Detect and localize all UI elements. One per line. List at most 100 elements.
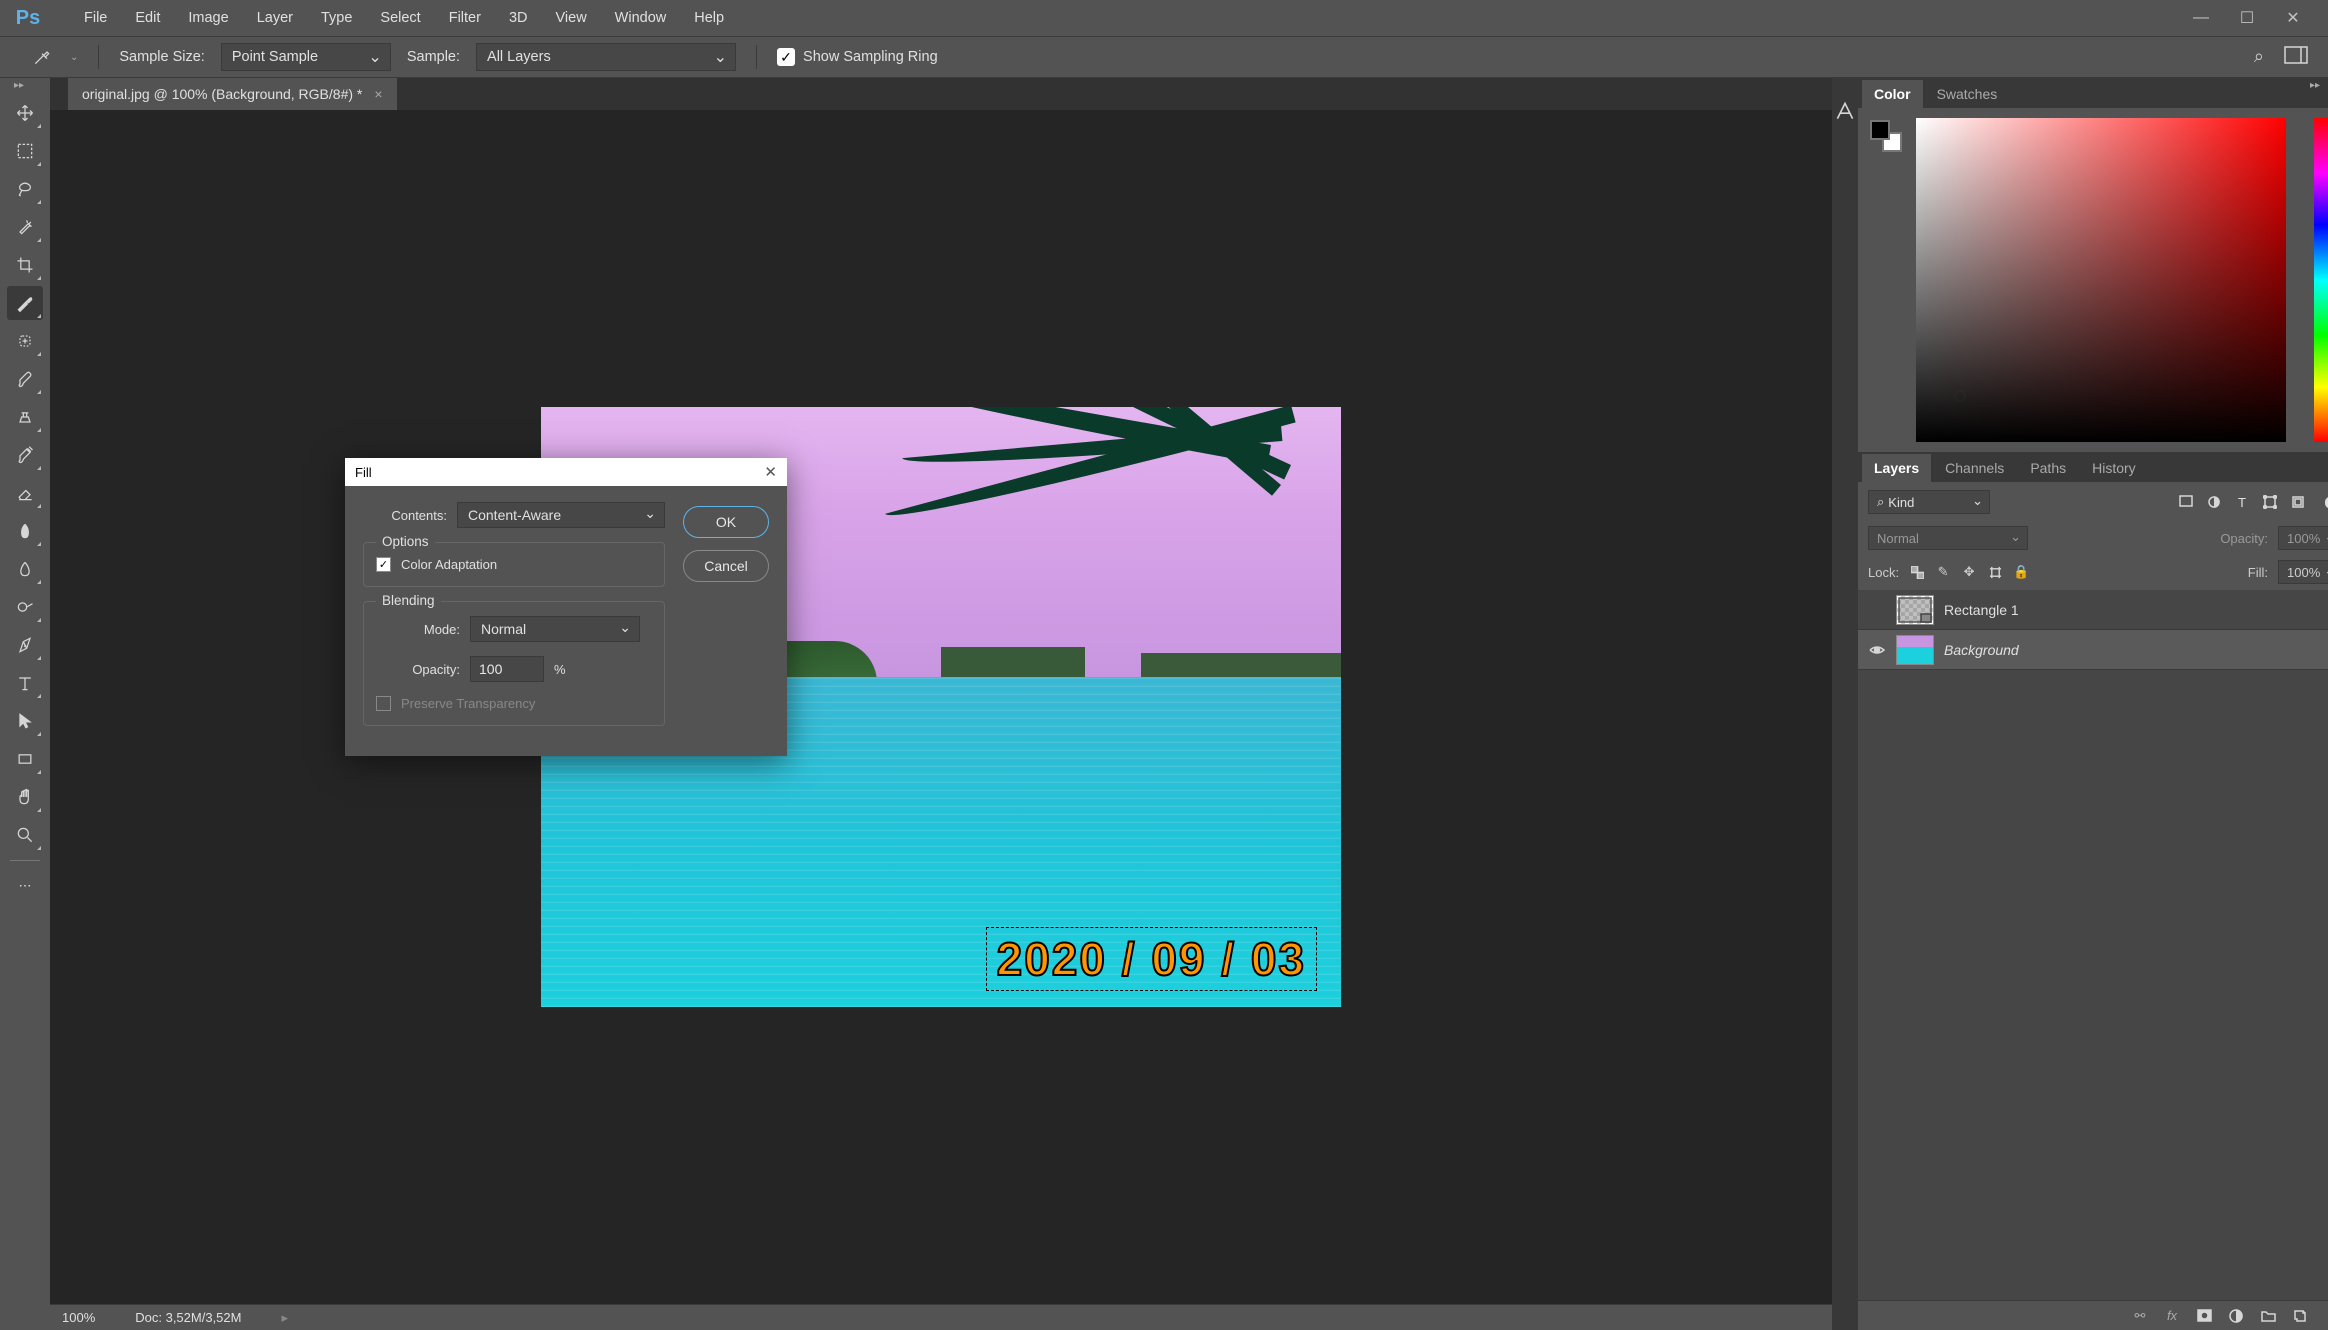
magic-wand-tool[interactable] bbox=[7, 210, 43, 244]
layer-fill-input[interactable]: 100% bbox=[2278, 560, 2328, 584]
panel-menu-icon[interactable]: ≡ bbox=[2324, 455, 2328, 482]
new-group-icon[interactable] bbox=[2260, 1308, 2276, 1324]
clone-stamp-tool[interactable] bbox=[7, 400, 43, 434]
lock-all-icon[interactable]: 🔒 bbox=[2013, 564, 2029, 580]
edit-toolbar-icon[interactable]: ⋯ bbox=[7, 869, 43, 903]
layer-row-background[interactable]: Background 🔒 bbox=[1858, 630, 2328, 670]
path-selection-tool[interactable] bbox=[7, 704, 43, 738]
crop-tool[interactable] bbox=[7, 248, 43, 282]
layer-row-rectangle[interactable]: Rectangle 1 bbox=[1858, 590, 2328, 630]
contents-dropdown[interactable]: Content-Aware bbox=[457, 502, 665, 528]
filter-pixel-icon[interactable] bbox=[2178, 494, 2194, 510]
toolbar-expand-icon[interactable]: ▸▸ bbox=[14, 80, 24, 91]
filter-type-icon[interactable]: T bbox=[2234, 494, 2250, 510]
panels-collapse-icon[interactable]: ▸▸ bbox=[2310, 80, 2320, 91]
layer-thumbnail[interactable] bbox=[1896, 595, 1934, 625]
filter-shape-icon[interactable] bbox=[2262, 494, 2278, 510]
opacity-input[interactable] bbox=[470, 656, 544, 682]
blur-tool[interactable] bbox=[7, 552, 43, 586]
lock-transparency-icon[interactable] bbox=[1909, 564, 1925, 580]
mode-dropdown[interactable]: Normal bbox=[470, 616, 640, 642]
close-window-button[interactable]: ✕ bbox=[2284, 9, 2302, 27]
tab-layers[interactable]: Layers bbox=[1862, 454, 1931, 482]
blend-mode-dropdown[interactable]: Normal bbox=[1868, 526, 2028, 550]
doc-size-info[interactable]: Doc: 3,52M/3,52M bbox=[135, 1310, 241, 1325]
menu-layer[interactable]: Layer bbox=[243, 0, 307, 36]
menu-select[interactable]: Select bbox=[366, 0, 434, 36]
chevron-down-icon[interactable]: ⌄ bbox=[70, 52, 78, 63]
layer-thumbnail[interactable] bbox=[1896, 635, 1934, 665]
foreground-background-swatch[interactable] bbox=[1870, 120, 1902, 152]
filter-adjustment-icon[interactable] bbox=[2206, 494, 2222, 510]
menu-filter[interactable]: Filter bbox=[435, 0, 495, 36]
document-tab[interactable]: original.jpg @ 100% (Background, RGB/8#)… bbox=[68, 78, 397, 110]
foreground-color[interactable] bbox=[1870, 120, 1890, 140]
lock-artboard-icon[interactable] bbox=[1987, 564, 2003, 580]
eraser-tool[interactable] bbox=[7, 476, 43, 510]
color-field[interactable] bbox=[1916, 118, 2286, 442]
lock-pixels-icon[interactable]: ✎ bbox=[1935, 564, 1951, 580]
eyedropper-tool[interactable] bbox=[7, 286, 43, 320]
layer-name[interactable]: Rectangle 1 bbox=[1944, 602, 2328, 618]
sample-size-dropdown[interactable]: Point Sample bbox=[221, 43, 391, 71]
menu-image[interactable]: Image bbox=[174, 0, 242, 36]
gradient-tool[interactable] bbox=[7, 514, 43, 548]
show-sampling-ring-checkbox[interactable]: ✓ Show Sampling Ring bbox=[777, 48, 938, 66]
menu-type[interactable]: Type bbox=[307, 0, 366, 36]
tab-color[interactable]: Color bbox=[1862, 80, 1923, 108]
dialog-close-icon[interactable]: ✕ bbox=[764, 463, 777, 481]
zoom-tool[interactable] bbox=[7, 818, 43, 852]
cancel-button[interactable]: Cancel bbox=[683, 550, 769, 582]
close-tab-icon[interactable]: × bbox=[374, 86, 382, 102]
workspace-switcher-icon[interactable] bbox=[2284, 46, 2308, 68]
sample-dropdown[interactable]: All Layers bbox=[476, 43, 736, 71]
color-picker-cursor[interactable] bbox=[1954, 390, 1966, 402]
search-icon[interactable]: ⌕ bbox=[2254, 46, 2264, 68]
current-tool-icon[interactable] bbox=[30, 45, 54, 69]
layer-visibility-toggle[interactable] bbox=[1868, 601, 1886, 619]
menu-help[interactable]: Help bbox=[680, 0, 738, 36]
healing-brush-tool[interactable] bbox=[7, 324, 43, 358]
tab-paths[interactable]: Paths bbox=[2018, 454, 2078, 482]
menu-edit[interactable]: Edit bbox=[121, 0, 174, 36]
pen-tool[interactable] bbox=[7, 628, 43, 662]
menu-view[interactable]: View bbox=[542, 0, 601, 36]
lock-position-icon[interactable]: ✥ bbox=[1961, 564, 1977, 580]
ok-button[interactable]: OK bbox=[683, 506, 769, 538]
dodge-tool[interactable] bbox=[7, 590, 43, 624]
menu-3d[interactable]: 3D bbox=[495, 0, 542, 36]
brush-tool[interactable] bbox=[7, 362, 43, 396]
layer-filter-dropdown[interactable]: ⌕Kind bbox=[1868, 490, 1990, 514]
zoom-level[interactable]: 100% bbox=[62, 1310, 95, 1325]
link-layers-icon[interactable]: ⚯ bbox=[2132, 1308, 2148, 1324]
hue-slider[interactable] bbox=[2314, 118, 2328, 442]
layer-opacity-input[interactable]: 100% bbox=[2278, 526, 2328, 550]
new-adjustment-icon[interactable] bbox=[2228, 1308, 2244, 1324]
tab-history[interactable]: History bbox=[2080, 454, 2148, 482]
collapsed-panel-icon[interactable] bbox=[1832, 98, 1858, 127]
filter-smartobject-icon[interactable] bbox=[2290, 494, 2306, 510]
panel-menu-icon[interactable]: ≡ bbox=[2324, 81, 2328, 108]
hand-tool[interactable] bbox=[7, 780, 43, 814]
layer-name[interactable]: Background bbox=[1944, 642, 2316, 658]
menu-window[interactable]: Window bbox=[601, 0, 681, 36]
history-brush-tool[interactable] bbox=[7, 438, 43, 472]
lasso-tool[interactable] bbox=[7, 172, 43, 206]
color-adaptation-checkbox[interactable]: ✓ Color Adaptation bbox=[376, 557, 652, 572]
tab-channels[interactable]: Channels bbox=[1933, 454, 2016, 482]
marquee-tool[interactable] bbox=[7, 134, 43, 168]
delete-layer-icon[interactable] bbox=[2324, 1308, 2328, 1324]
menu-file[interactable]: File bbox=[70, 0, 121, 36]
move-tool[interactable] bbox=[7, 96, 43, 130]
dialog-titlebar[interactable]: Fill ✕ bbox=[345, 458, 787, 486]
minimize-button[interactable]: — bbox=[2192, 9, 2210, 27]
layer-effects-icon[interactable]: fx bbox=[2164, 1308, 2180, 1324]
layer-visibility-toggle[interactable] bbox=[1868, 641, 1886, 659]
add-mask-icon[interactable] bbox=[2196, 1308, 2212, 1324]
new-layer-icon[interactable] bbox=[2292, 1308, 2308, 1324]
rectangle-tool[interactable] bbox=[7, 742, 43, 776]
type-tool[interactable] bbox=[7, 666, 43, 700]
tab-swatches[interactable]: Swatches bbox=[1925, 80, 2010, 108]
maximize-button[interactable]: ☐ bbox=[2238, 9, 2256, 27]
info-chevron-icon[interactable]: ▸ bbox=[281, 1310, 288, 1326]
